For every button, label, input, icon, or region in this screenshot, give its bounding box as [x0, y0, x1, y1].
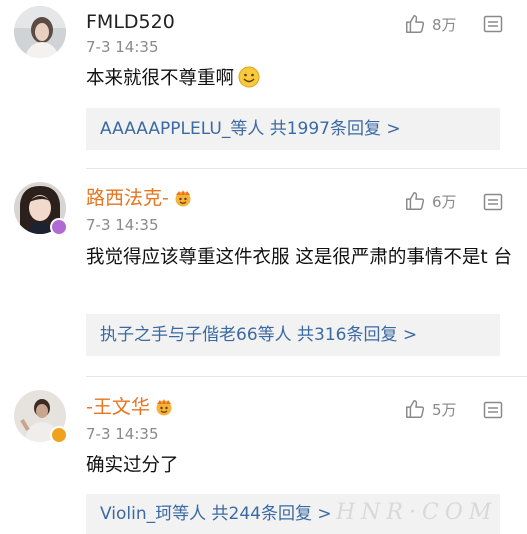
thumbs-up-icon — [406, 15, 425, 33]
replies-link[interactable]: 执子之手与子偕老66等人 共316条回复 > — [86, 314, 500, 356]
like-count: 8万 — [432, 15, 457, 34]
timestamp: 7-3 14:35 — [86, 38, 159, 56]
comment-text: 我觉得应该尊重这件衣服 这是很严肃的事情不是t 台 — [86, 247, 513, 268]
username[interactable]: FMLD520 — [86, 11, 175, 33]
comment-text: 本来就很不尊重啊 — [86, 64, 506, 94]
crown-badge-icon — [156, 399, 172, 416]
menu-icon — [483, 401, 503, 419]
menu-icon — [483, 193, 503, 211]
comment-text: 确实过分了 — [86, 455, 179, 476]
thumbs-up-icon — [406, 400, 425, 418]
crown-badge-icon — [175, 190, 191, 207]
like-button[interactable]: 5万 — [404, 398, 457, 420]
avatar[interactable] — [14, 6, 66, 58]
like-count: 6万 — [432, 192, 457, 211]
like-button[interactable]: 6万 — [404, 190, 457, 212]
menu-icon — [483, 15, 503, 33]
divider — [86, 376, 527, 377]
replies-link[interactable]: AAAAAPPLELU_等人 共1997条回复 > — [86, 108, 500, 150]
timestamp: 7-3 14:35 — [86, 425, 159, 443]
username[interactable]: 路西法克- — [86, 187, 193, 209]
thumbs-up-icon — [406, 192, 425, 210]
more-button[interactable] — [483, 14, 503, 38]
verified-badge-icon — [50, 218, 68, 236]
username[interactable]: -王文华 — [86, 396, 174, 418]
more-button[interactable] — [483, 400, 503, 424]
smile-emoji-icon — [238, 66, 260, 88]
like-count: 5万 — [432, 400, 457, 419]
timestamp: 7-3 14:35 — [86, 216, 159, 234]
like-button[interactable]: 8万 — [404, 13, 457, 35]
divider — [86, 168, 527, 169]
watermark: HNR·COM — [336, 500, 498, 525]
verified-badge-icon — [50, 426, 68, 444]
more-button[interactable] — [483, 192, 503, 216]
